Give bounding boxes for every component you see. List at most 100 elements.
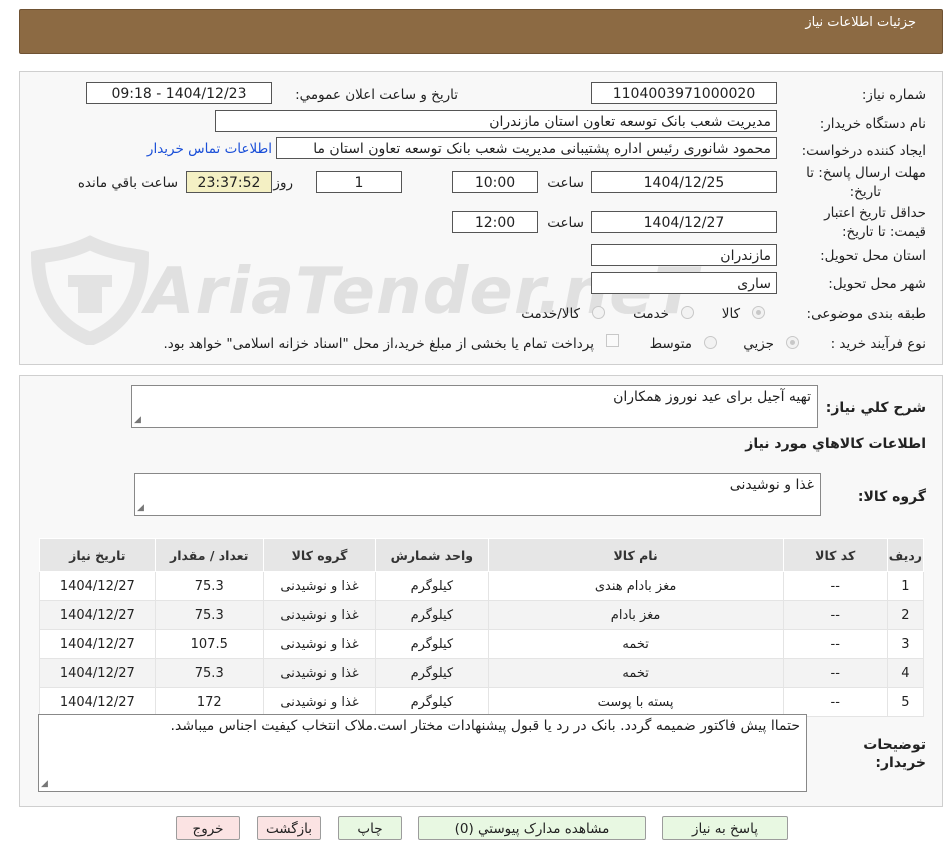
cell-quantity: 172	[154, 687, 264, 717]
buyer-notes-textarea: حتماا پیش فاکتور ضمیمه گردد. بانک در رد …	[38, 714, 807, 792]
process-label: نوع فرآيند خريد :	[830, 336, 926, 352]
cell-row-number: 2	[886, 600, 925, 630]
col-row-number: رديف	[886, 538, 925, 572]
treasury-payment-checkbox[interactable]	[606, 334, 619, 347]
cell-unit: کیلوگرم	[375, 658, 489, 688]
cell-quantity: 75.3	[154, 658, 264, 688]
cell-goods-code: --	[782, 629, 888, 659]
resize-grip-icon[interactable]: ◢	[41, 779, 48, 789]
cell-quantity: 107.5	[154, 629, 264, 659]
buyer-notes-text: حتماا پیش فاکتور ضمیمه گردد. بانک در رد …	[170, 718, 800, 734]
cell-unit: کیلوگرم	[375, 687, 489, 717]
cell-row-number: 1	[886, 571, 925, 601]
province-label: استان محل تحويل:	[820, 248, 926, 264]
cell-goods-group: غذا و نوشیدنی	[262, 687, 377, 717]
col-goods-name: نام کالا	[487, 538, 784, 572]
cell-row-number: 5	[886, 687, 925, 717]
days-field: 1	[316, 171, 402, 193]
category-option-service: خدمت	[633, 306, 669, 322]
cell-goods-code: --	[782, 687, 888, 717]
deadline-label: مهلت ارسال پاسخ: تا	[806, 165, 926, 181]
cell-need-date: 1404/12/27	[39, 571, 156, 601]
payment-note: پرداخت تمام یا بخشی از مبلغ خرید،از محل …	[163, 336, 594, 352]
cell-goods-code: --	[782, 571, 888, 601]
validity-label: حداقل تاريخ اعتبار	[824, 205, 926, 221]
remaining-label: ساعت باقي مانده	[77, 175, 178, 191]
province-field: مازندران	[591, 244, 777, 266]
validity-label-2: قيمت: تا تاريخ:	[842, 224, 926, 240]
goods-group-text: غذا و نوشیدنی	[729, 477, 814, 493]
cell-goods-group: غذا و نوشیدنی	[262, 571, 377, 601]
cell-goods-group: غذا و نوشیدنی	[262, 600, 377, 630]
validity-time-label: ساعت	[547, 215, 584, 231]
city-field: ساری	[591, 272, 777, 294]
buyer-label: نام دستگاه خريدار:	[819, 116, 926, 132]
col-goods-code: کد کالا	[782, 538, 888, 572]
cell-goods-name: مغز بادام	[487, 600, 784, 630]
cell-unit: کیلوگرم	[375, 629, 489, 659]
validity-date-field: 1404/12/27	[591, 211, 777, 233]
goods-table: رديف کد کالا نام کالا واحد شمارش گروه کا…	[39, 538, 925, 717]
category-radio-goods[interactable]	[752, 306, 765, 319]
cell-goods-code: --	[782, 658, 888, 688]
goods-section-title: اطلاعات کالاهاي مورد نياز	[745, 436, 926, 452]
table-header-row: رديف کد کالا نام کالا واحد شمارش گروه کا…	[39, 538, 925, 572]
announce-field: 1404/12/23 - 09:18	[86, 82, 272, 104]
category-label: طبقه بندی موضوعی:	[806, 306, 926, 322]
table-row: 2 -- مغز بادام کیلوگرم غذا و نوشیدنی 75.…	[39, 600, 925, 630]
deadline-label-2: تاريخ:	[849, 184, 881, 200]
cell-goods-group: غذا و نوشیدنی	[262, 658, 377, 688]
category-option-goods-service: کالا/خدمت	[521, 306, 580, 322]
table-row: 5 -- پسته با پوست کیلوگرم غذا و نوشیدنی …	[39, 687, 925, 717]
resize-grip-icon[interactable]: ◢	[137, 503, 144, 513]
requester-label: ايجاد کننده درخواست:	[801, 143, 926, 159]
cell-goods-name: تخمه	[487, 629, 784, 659]
category-option-goods: کالا	[721, 306, 740, 322]
table-row: 3 -- تخمه کیلوگرم غذا و نوشیدنی 107.5 14…	[39, 629, 925, 659]
cell-row-number: 3	[886, 629, 925, 659]
cell-need-date: 1404/12/27	[39, 629, 156, 659]
deadline-date-field: 1404/12/25	[591, 171, 777, 193]
page-title: جزئیات اطلاعات نیاز	[805, 15, 916, 30]
cell-quantity: 75.3	[154, 571, 264, 601]
cell-goods-group: غذا و نوشیدنی	[262, 629, 377, 659]
table-row: 4 -- تخمه کیلوگرم غذا و نوشیدنی 75.3 140…	[39, 658, 925, 688]
col-need-date: تاريخ نياز	[39, 538, 156, 572]
need-number-label: شماره نیاز:	[861, 87, 926, 103]
cell-row-number: 4	[886, 658, 925, 688]
col-quantity: تعداد / مقدار	[154, 538, 264, 572]
cell-goods-name: تخمه	[487, 658, 784, 688]
cell-goods-name: پسته با پوست	[487, 687, 784, 717]
cell-goods-name: مغز بادام هندی	[487, 571, 784, 601]
exit-button[interactable]: خروج	[176, 816, 240, 840]
cell-need-date: 1404/12/27	[39, 600, 156, 630]
resize-grip-icon[interactable]: ◢	[134, 415, 141, 425]
cell-unit: کیلوگرم	[375, 600, 489, 630]
cell-goods-code: --	[782, 600, 888, 630]
remaining-time-field: 23:37:52	[186, 171, 272, 193]
need-number-field: 1104003971000020	[591, 82, 777, 104]
attachments-button[interactable]: مشاهده مدارک پيوستي (0)	[418, 816, 646, 840]
deadline-time-field: 10:00	[452, 171, 538, 193]
description-text: تهیه آجیل برای عید نوروز همکاران	[613, 389, 811, 405]
cell-need-date: 1404/12/27	[39, 687, 156, 717]
table-row: 1 -- مغز بادام هندی کیلوگرم غذا و نوشیدن…	[39, 571, 925, 601]
goods-group-label: گروه کالا:	[857, 489, 926, 505]
process-radio-minor[interactable]	[786, 336, 799, 349]
reply-button[interactable]: پاسخ به نياز	[662, 816, 788, 840]
city-label: شهر محل تحويل:	[828, 276, 926, 292]
validity-time-field: 12:00	[452, 211, 538, 233]
col-unit: واحد شمارش	[375, 538, 489, 572]
process-radio-medium[interactable]	[704, 336, 717, 349]
cell-quantity: 75.3	[154, 600, 264, 630]
cell-need-date: 1404/12/27	[39, 658, 156, 688]
description-textarea: تهیه آجیل برای عید نوروز همکاران ◢	[131, 385, 818, 428]
buyer-contact-link[interactable]: اطلاعات تماس خريدار	[147, 141, 272, 157]
buyer-notes-label: توضيحات	[863, 737, 926, 753]
back-button[interactable]: بازگشت	[257, 816, 321, 840]
requester-field: محمود شانوری رئیس اداره پشتیبانی مدیریت …	[276, 137, 777, 159]
category-radio-goods-service[interactable]	[592, 306, 605, 319]
print-button[interactable]: چاپ	[338, 816, 402, 840]
category-radio-service[interactable]	[681, 306, 694, 319]
goods-group-textarea: غذا و نوشیدنی ◢	[134, 473, 821, 516]
